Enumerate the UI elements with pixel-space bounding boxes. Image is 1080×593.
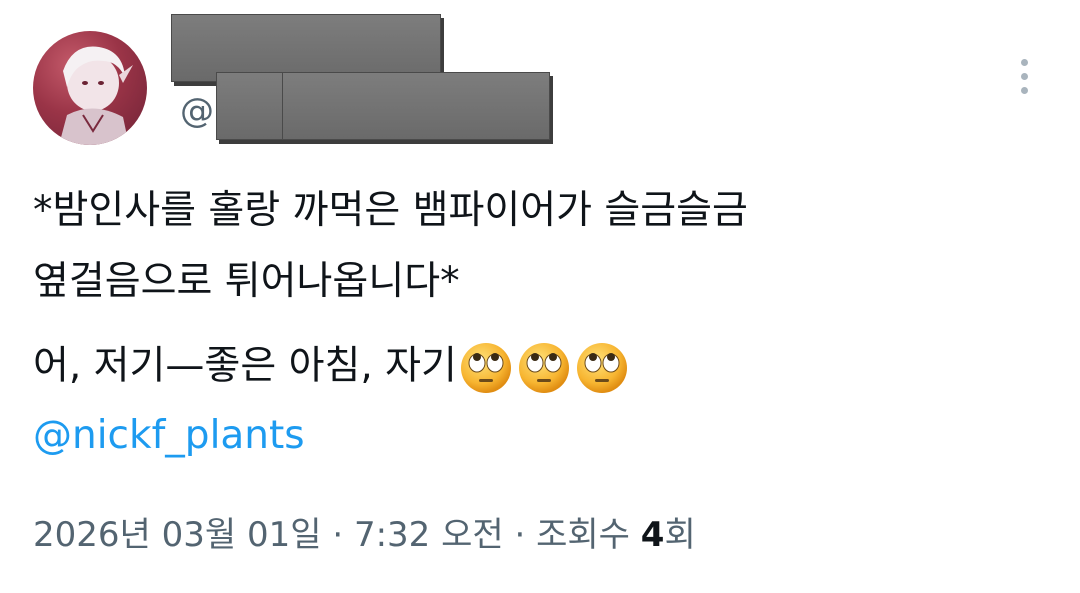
face-with-rolling-eyes-icon: [460, 343, 511, 393]
meta-separator: ·: [514, 515, 526, 555]
views-label: 조회수: [536, 515, 630, 555]
views-count: 4: [640, 515, 665, 555]
author-handle[interactable]: @: [180, 91, 214, 131]
face-with-rolling-eyes-icon: [576, 343, 627, 393]
tweet-date[interactable]: 2026년 03월 01일: [33, 515, 322, 555]
tweet-text-line-3: 어, 저기—좋은 아침, 자기: [33, 341, 629, 395]
tweet-text-line-1: *밤인사를 홀랑 까먹은 뱀파이어가 슬금슬금: [33, 188, 748, 233]
tweet-text-line-3-text: 어, 저기—좋은 아침, 자기: [33, 343, 457, 389]
more-dot-icon: [1020, 72, 1028, 80]
redacted-handle: [282, 72, 550, 140]
more-options-button[interactable]: [1004, 54, 1044, 98]
views-unit: 회: [664, 515, 696, 555]
emoji-row: [459, 341, 629, 395]
tweet-meta: 2026년 03월 01일 · 7:32 오전 · 조회수 4회: [33, 514, 696, 556]
meta-separator: ·: [332, 515, 344, 555]
avatar[interactable]: [33, 31, 147, 145]
mention-link[interactable]: @nickf_plants: [33, 413, 305, 459]
face-with-rolling-eyes-icon: [518, 343, 569, 393]
avatar-illustration: [59, 46, 133, 145]
more-dot-icon: [1020, 58, 1028, 66]
tweet-time[interactable]: 7:32 오전: [354, 515, 504, 555]
more-dot-icon: [1020, 86, 1028, 94]
tweet-text-line-2: 옆걸음으로 튀어나옵니다*: [33, 259, 460, 304]
